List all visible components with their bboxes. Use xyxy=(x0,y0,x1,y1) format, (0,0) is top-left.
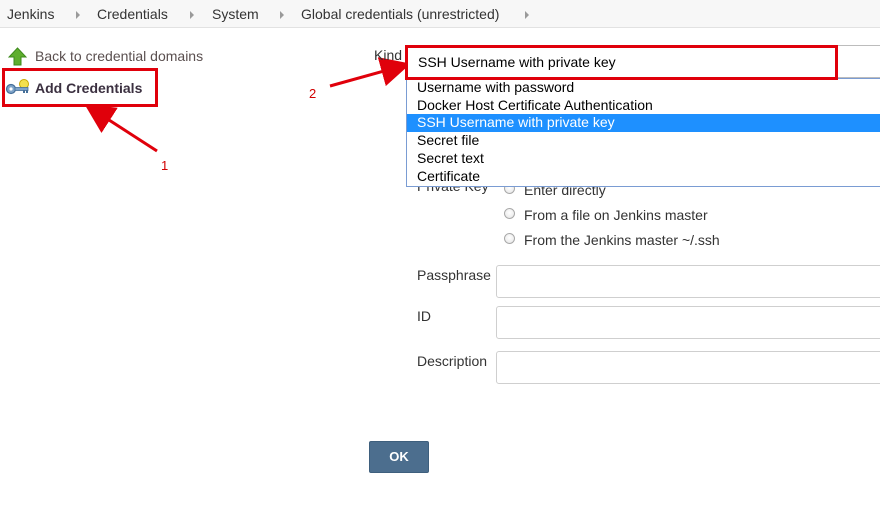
ok-button[interactable]: OK xyxy=(369,441,429,473)
kind-select-value: SSH Username with private key xyxy=(418,54,616,70)
passphrase-input[interactable] xyxy=(496,265,880,298)
annotation-arrow-1 xyxy=(84,104,158,153)
radio-label: From a file on Jenkins master xyxy=(524,207,708,223)
description-input[interactable] xyxy=(496,351,880,384)
description-label: Description xyxy=(417,353,488,369)
passphrase-label: Passphrase xyxy=(417,267,491,283)
kind-option-username-password[interactable]: Username with password xyxy=(407,79,880,97)
annotation-arrow-2 xyxy=(329,57,411,88)
kind-option-certificate[interactable]: Certificate xyxy=(407,168,880,186)
annotation-label-2: 2 xyxy=(309,86,317,101)
radio-button[interactable] xyxy=(504,208,515,219)
id-label: ID xyxy=(417,308,431,324)
kind-option-secret-file[interactable]: Secret file xyxy=(407,132,880,150)
kind-dropdown-list: Username with password Docker Host Certi… xyxy=(406,78,880,187)
kind-option-ssh-private-key[interactable]: SSH Username with private key xyxy=(407,114,880,133)
kind-select[interactable]: SSH Username with private key xyxy=(407,45,880,78)
radio-button[interactable] xyxy=(504,233,515,244)
id-input[interactable] xyxy=(496,306,880,339)
kind-label: Kind xyxy=(374,47,403,63)
radio-label: From the Jenkins master ~/.ssh xyxy=(524,232,720,248)
kind-option-docker-host-cert[interactable]: Docker Host Certificate Authentication xyxy=(407,97,880,115)
annotation-label-1: 1 xyxy=(161,158,169,173)
kind-option-secret-text[interactable]: Secret text xyxy=(407,150,880,168)
